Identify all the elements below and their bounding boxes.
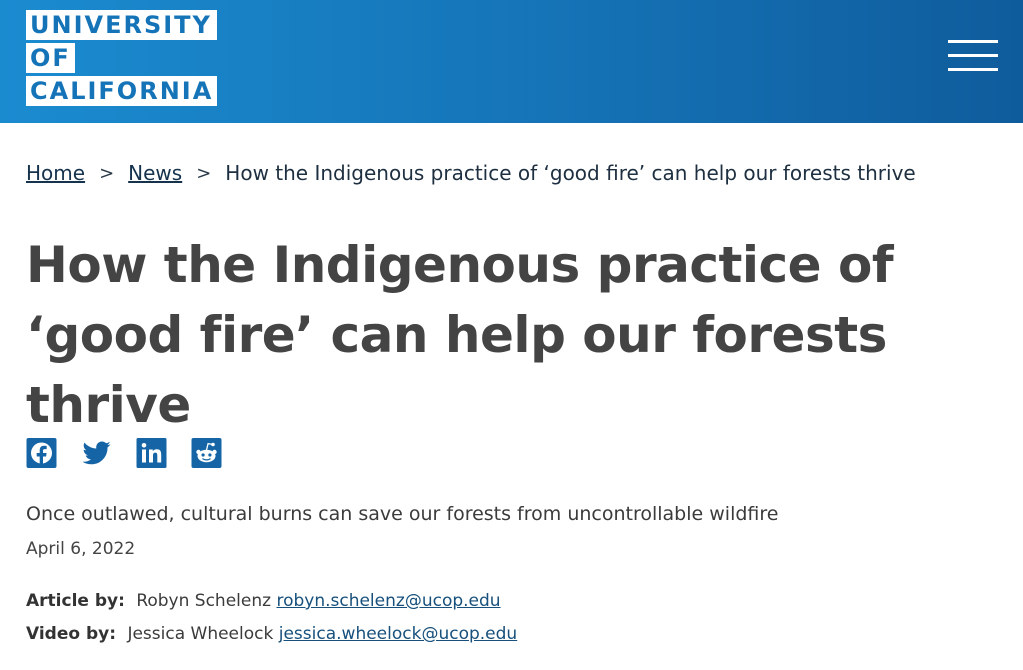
- share-bar: [26, 438, 222, 468]
- page-title: How the Indigenous practice of ‘good fir…: [26, 236, 894, 434]
- logo-line-3: CALIFORNIA: [26, 76, 218, 106]
- uc-logo[interactable]: UNIVERSITY OF CALIFORNIA: [26, 10, 218, 109]
- article-date: April 6, 2022: [26, 539, 136, 559]
- facebook-icon[interactable]: [26, 438, 57, 468]
- reddit-icon[interactable]: [191, 438, 222, 468]
- twitter-icon[interactable]: [81, 438, 112, 468]
- chevron-right-icon: >: [196, 162, 212, 184]
- logo-line-1: UNIVERSITY: [26, 10, 217, 40]
- linkedin-icon[interactable]: [136, 438, 167, 468]
- video-author-name: Jessica Wheelock: [127, 624, 274, 644]
- breadcrumb-news-link[interactable]: News: [128, 161, 182, 185]
- video-byline: Video by: Jessica Wheelock jessica.wheel…: [26, 624, 517, 644]
- menu-bar: [948, 54, 998, 57]
- logo-line-2: OF: [26, 43, 75, 73]
- video-author-email-link[interactable]: jessica.wheelock@ucop.edu: [279, 624, 517, 644]
- article-by-label: Article by:: [26, 591, 125, 611]
- video-by-label: Video by:: [26, 624, 117, 644]
- chevron-right-icon: >: [99, 162, 115, 184]
- article-author-email-link[interactable]: robyn.schelenz@ucop.edu: [276, 591, 500, 611]
- article-byline: Article by: Robyn Schelenz robyn.schelen…: [26, 591, 501, 611]
- hamburger-menu-icon[interactable]: [948, 38, 998, 76]
- article-author-name: Robyn Schelenz: [136, 591, 272, 611]
- breadcrumb-current: How the Indigenous practice of ‘good fir…: [225, 161, 916, 185]
- menu-bar: [948, 40, 998, 43]
- breadcrumb: Home > News > How the Indigenous practic…: [26, 158, 916, 188]
- breadcrumb-home-link[interactable]: Home: [26, 161, 85, 185]
- menu-bar: [948, 68, 998, 71]
- article-subtitle: Once outlawed, cultural burns can save o…: [26, 503, 779, 525]
- site-header: UNIVERSITY OF CALIFORNIA: [0, 0, 1023, 123]
